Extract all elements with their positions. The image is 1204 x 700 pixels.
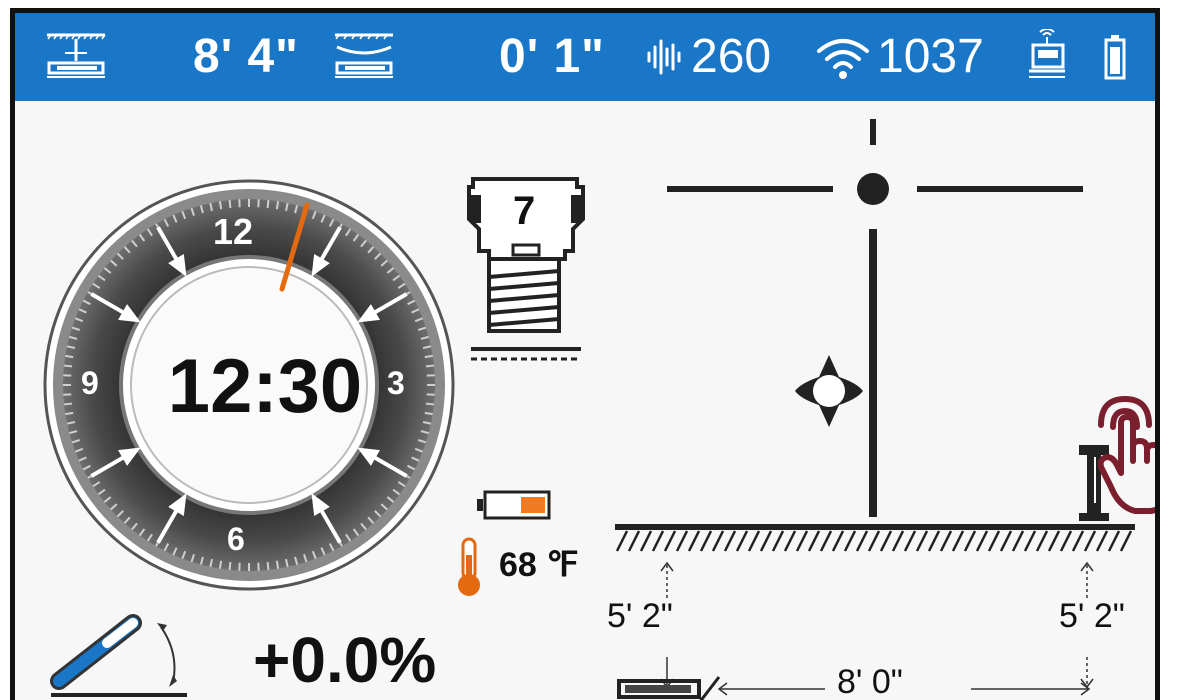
dial-label-12: 12 — [213, 211, 254, 252]
frequency-band-label: 7 — [513, 189, 536, 233]
dial-label-6: 6 — [227, 521, 245, 557]
battery-fill — [521, 497, 545, 513]
locate-point-icon — [857, 173, 889, 205]
pitch-readout: +0.0% — [253, 624, 437, 696]
bore-depth-icon[interactable] — [333, 31, 395, 81]
locator-screen: 8' 4" 0' 1" 260 1037 12 3 6 9 12:30 7 68… — [10, 8, 1160, 700]
temperature-readout: 68 ℉ — [499, 546, 579, 584]
wifi-icon — [817, 39, 869, 79]
pitch-icon — [50, 614, 187, 697]
roll-clock-time: 12:30 — [167, 344, 363, 429]
pitch-depth-readout: 0' 1" — [499, 30, 605, 83]
ground-surface — [615, 524, 1135, 552]
battery-icon — [1104, 35, 1126, 80]
dial-label-9: 9 — [81, 365, 99, 401]
locate-crosshair — [667, 119, 1083, 517]
status-bar: 8' 4" 0' 1" 260 1037 — [15, 13, 1155, 101]
touch-hand-icon[interactable] — [1091, 391, 1160, 519]
signal-strength-icon — [647, 39, 681, 75]
remote-device-icon[interactable] — [1025, 29, 1069, 85]
signal-readout: 260 — [691, 30, 772, 83]
left-depth-readout: 5' 2" — [607, 597, 673, 635]
ground-depth-icon[interactable] — [45, 31, 107, 81]
horizontal-distance-readout: 8' 0" — [837, 663, 903, 700]
locator-position-icon[interactable] — [791, 353, 867, 429]
thermometer-icon — [458, 537, 480, 596]
transmitter-battery-icon — [477, 490, 551, 520]
depth-readout: 8' 4" — [193, 30, 299, 83]
dial-label-3: 3 — [387, 365, 405, 401]
right-depth-readout: 5' 2" — [1059, 597, 1125, 635]
wifi-readout: 1037 — [877, 30, 984, 83]
distance-arrow — [717, 682, 1091, 696]
